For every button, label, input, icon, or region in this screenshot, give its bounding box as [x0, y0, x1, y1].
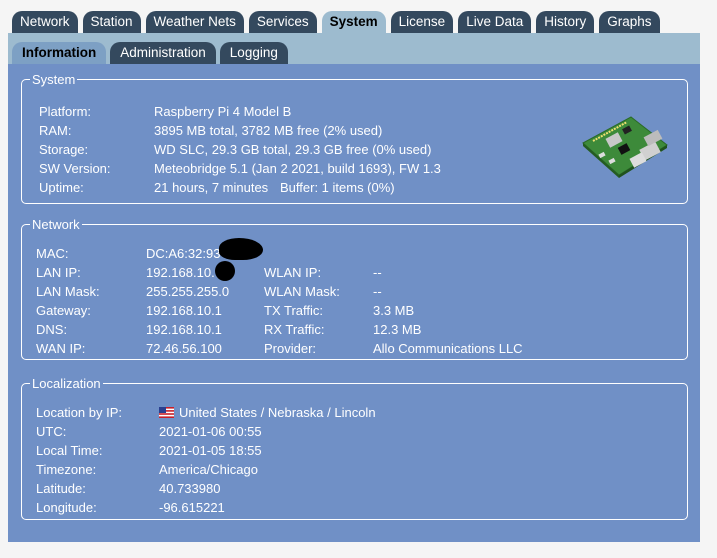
sub-tab-group: Information Administration Logging	[12, 42, 288, 64]
system-section: System Platform: Raspberry Pi 4 Model B …	[21, 72, 688, 204]
wan-ip-label: WAN IP:	[36, 341, 86, 356]
latitude-label: Latitude:	[36, 481, 86, 496]
gateway-value: 192.168.10.1	[146, 303, 222, 318]
redaction-mark	[215, 261, 235, 281]
buffer-value: Buffer: 1 items (0%)	[280, 180, 395, 195]
gateway-label: Gateway:	[36, 303, 91, 318]
wlan-mask-label: WLAN Mask:	[264, 284, 340, 299]
platform-value: Raspberry Pi 4 Model B	[154, 104, 292, 119]
lan-mask-label: LAN Mask:	[36, 284, 100, 299]
sw-version-label: SW Version:	[39, 161, 111, 176]
tab-system[interactable]: System	[321, 11, 386, 33]
local-time-value: 2021-01-05 18:55	[159, 443, 262, 458]
wan-ip-value: 72.46.56.100	[146, 341, 222, 356]
location-label: Location by IP:	[36, 405, 122, 420]
longitude-value: -96.615221	[159, 500, 225, 515]
main-tab-bar: Network Station Weather Nets Services Sy…	[12, 11, 660, 33]
timezone-value: America/Chicago	[159, 462, 258, 477]
storage-label: Storage:	[39, 142, 89, 157]
tx-traffic-label: TX Traffic:	[264, 303, 323, 318]
local-time-label: Local Time:	[36, 443, 103, 458]
location-value: United States / Nebraska / Lincoln	[179, 405, 376, 420]
provider-value: Allo Communications LLC	[373, 341, 523, 356]
uptime-label: Uptime:	[39, 180, 84, 195]
tab-license[interactable]: License	[390, 11, 454, 33]
lan-ip-value: 192.168.10.	[146, 265, 215, 280]
tab-services[interactable]: Services	[248, 11, 317, 33]
dns-label: DNS:	[36, 322, 68, 337]
system-legend: System	[32, 72, 76, 87]
tab-live-data[interactable]: Live Data	[458, 11, 532, 33]
raspberry-pi-board-icon	[582, 116, 668, 178]
lan-mask-value: 255.255.255.0	[146, 284, 230, 299]
wlan-mask-value: --	[373, 284, 382, 299]
sw-version-value: Meteobridge 5.1 (Jan 2 2021, build 1693)…	[154, 161, 441, 176]
location-value-row: United States / Nebraska / Lincoln	[159, 404, 376, 422]
content-panel: System Platform: Raspberry Pi 4 Model B …	[8, 64, 700, 542]
subtab-administration[interactable]: Administration	[110, 42, 216, 64]
tab-graphs[interactable]: Graphs	[599, 11, 660, 33]
longitude-label: Longitude:	[36, 500, 97, 515]
ram-value: 3895 MB total, 3782 MB free (2% used)	[154, 123, 383, 138]
platform-label: Platform:	[39, 104, 92, 119]
subtab-information[interactable]: Information	[12, 42, 107, 64]
mac-value: DC:A6:32:93	[146, 246, 221, 261]
network-legend: Network	[32, 217, 80, 232]
wlan-ip-label: WLAN IP:	[264, 265, 322, 280]
wlan-ip-value: --	[373, 265, 382, 280]
subtab-logging[interactable]: Logging	[219, 42, 288, 64]
localization-legend: Localization	[32, 376, 101, 391]
utc-label: UTC:	[36, 424, 67, 439]
dns-value: 192.168.10.1	[146, 322, 222, 337]
storage-value: WD SLC, 29.3 GB total, 29.3 GB free (0% …	[154, 142, 432, 157]
lan-ip-label: LAN IP:	[36, 265, 81, 280]
us-flag-icon	[159, 407, 174, 418]
ram-label: RAM:	[39, 123, 72, 138]
latitude-value: 40.733980	[159, 481, 221, 496]
rx-traffic-value: 12.3 MB	[373, 322, 422, 337]
uptime-value: 21 hours, 7 minutes	[154, 180, 269, 195]
tab-network[interactable]: Network	[12, 11, 78, 33]
redaction-mark	[219, 238, 263, 260]
tab-history[interactable]: History	[536, 11, 595, 33]
network-section: Network MAC: DC:A6:32:93 LAN IP: 192.168…	[21, 217, 688, 360]
provider-label: Provider:	[264, 341, 317, 356]
rx-traffic-label: RX Traffic:	[264, 322, 325, 337]
mac-label: MAC:	[36, 246, 69, 261]
localization-section: Localization Location by IP: United Stat…	[21, 376, 688, 520]
timezone-label: Timezone:	[36, 462, 97, 477]
tab-station[interactable]: Station	[82, 11, 141, 33]
utc-value: 2021-01-06 00:55	[159, 424, 262, 439]
tab-weather-nets[interactable]: Weather Nets	[145, 11, 244, 33]
tx-traffic-value: 3.3 MB	[373, 303, 415, 318]
